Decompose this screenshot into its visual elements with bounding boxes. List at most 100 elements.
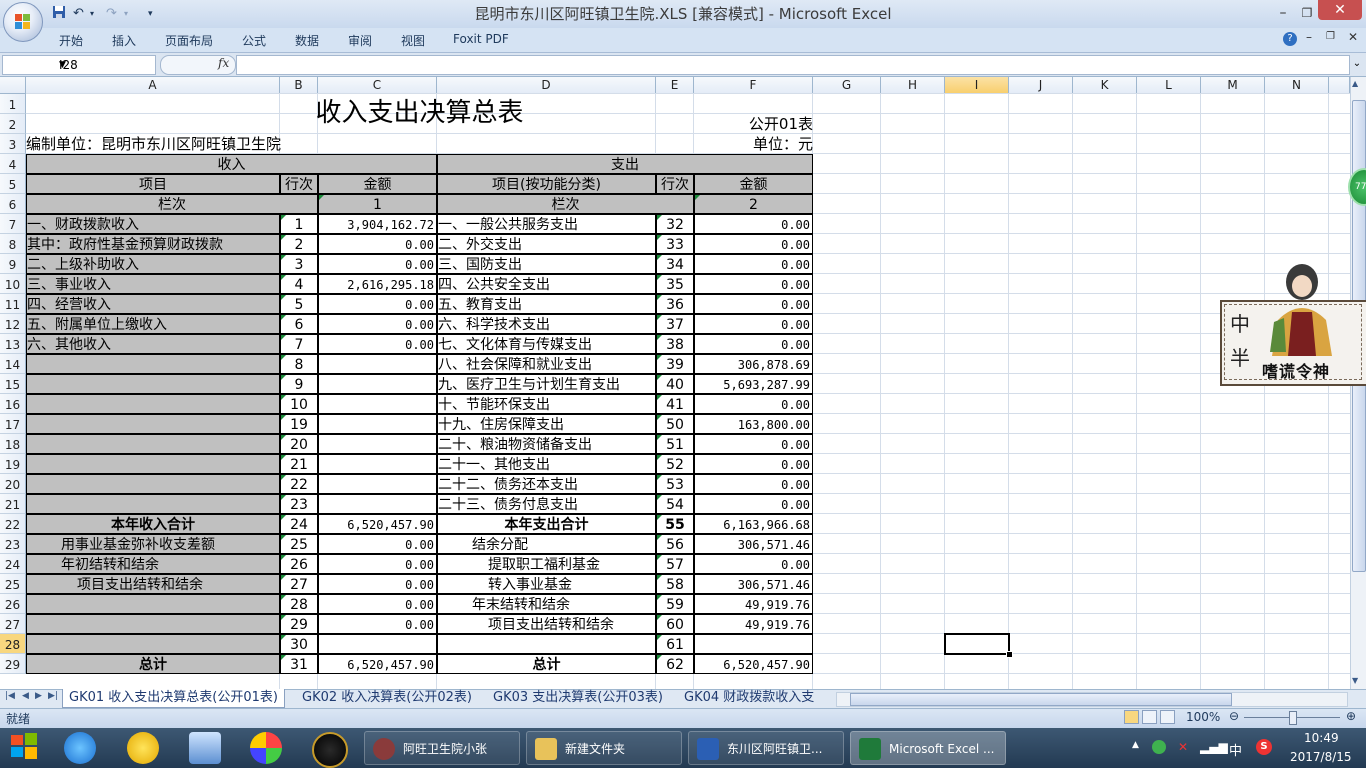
income-line-no[interactable]: 1	[280, 214, 318, 234]
expense-line-no[interactable]: 60	[656, 614, 694, 634]
row-header-28[interactable]: 28	[0, 634, 26, 654]
income-amount[interactable]	[318, 474, 437, 494]
income-amount[interactable]: 0.00	[318, 574, 437, 594]
income-amount[interactable]: 0.00	[318, 534, 437, 554]
tab-data[interactable]: 数据	[295, 32, 319, 49]
column-header-c[interactable]: C	[318, 77, 437, 94]
expense-amount[interactable]: 0.00	[694, 454, 813, 474]
expense-amount[interactable]: 0.00	[694, 274, 813, 294]
expand-formula-bar-icon[interactable]: ⌄	[1350, 55, 1364, 73]
expense-item[interactable]: 提取职工福利基金	[437, 554, 656, 574]
next-sheet-icon[interactable]: ▶	[35, 691, 42, 701]
income-line-no[interactable]: 27	[280, 574, 318, 594]
prev-sheet-icon[interactable]: ◀	[22, 691, 29, 701]
expense-item[interactable]: 二十三、债务付息支出	[437, 494, 656, 514]
expense-amount[interactable]: 0.00	[694, 314, 813, 334]
signal-icon[interactable]: ▂▄▆	[1200, 740, 1228, 754]
taskbar-item-chat[interactable]: 阿旺卫生院小张	[364, 731, 520, 765]
income-amount[interactable]: 6,520,457.90	[318, 654, 437, 674]
expense-item[interactable]: 三、国防支出	[437, 254, 656, 274]
zoom-level[interactable]: 100%	[1186, 710, 1220, 724]
worksheet-grid[interactable]: ABCDEFGHIJKLMN 1 2 3 4 5 6 7 8 9 10 11 12 13 14 15 16 17…	[0, 77, 1350, 689]
form-number[interactable]: 公开01表	[694, 114, 813, 134]
expense-line-no[interactable]: 33	[656, 234, 694, 254]
column-header-a[interactable]: A	[26, 77, 280, 94]
income-item[interactable]: 六、其他收入	[26, 334, 280, 354]
income-line-no[interactable]: 28	[280, 594, 318, 614]
row-header-14[interactable]: 14	[0, 354, 26, 374]
clock-time[interactable]: 10:49	[1304, 731, 1339, 745]
expense-line-no[interactable]: 32	[656, 214, 694, 234]
header-amount-2[interactable]: 金额	[694, 174, 813, 194]
income-item[interactable]	[26, 474, 280, 494]
income-item[interactable]: 四、经营收入	[26, 294, 280, 314]
scroll-up-icon[interactable]: ▲	[1352, 79, 1358, 88]
horizontal-scroll-thumb[interactable]	[850, 693, 1232, 706]
row-header-7[interactable]: 7	[0, 214, 26, 234]
expense-line-no[interactable]: 62	[656, 654, 694, 674]
expense-amount[interactable]: 0.00	[694, 214, 813, 234]
income-item[interactable]	[26, 454, 280, 474]
income-amount[interactable]: 0.00	[318, 314, 437, 334]
income-item[interactable]	[26, 394, 280, 414]
expense-amount[interactable]: 6,163,966.68	[694, 514, 813, 534]
tab-insert[interactable]: 插入	[112, 32, 136, 49]
income-item[interactable]: 总计	[26, 654, 280, 674]
income-item[interactable]: 年初结转和结余	[26, 554, 280, 574]
row-header-2[interactable]: 2	[0, 114, 26, 134]
income-line-no[interactable]: 19	[280, 414, 318, 434]
expense-item[interactable]: 四、公共安全支出	[437, 274, 656, 294]
expense-line-no[interactable]: 59	[656, 594, 694, 614]
expense-amount[interactable]: 306,571.46	[694, 534, 813, 554]
sogou-input-icon[interactable]: S	[1256, 739, 1272, 755]
insert-function-button[interactable]: fx	[218, 56, 229, 70]
column-header-l[interactable]: L	[1137, 77, 1201, 94]
row-header-1[interactable]: 1	[0, 94, 26, 114]
header-line-no-2[interactable]: 行次	[656, 174, 694, 194]
expense-item[interactable]: 转入事业基金	[437, 574, 656, 594]
income-item[interactable]	[26, 354, 280, 374]
row-header-6[interactable]: 6	[0, 194, 26, 214]
income-amount[interactable]	[318, 494, 437, 514]
column-index-label[interactable]: 栏次	[26, 194, 318, 214]
income-item[interactable]: 五、附属单位上缴收入	[26, 314, 280, 334]
expense-line-no[interactable]: 34	[656, 254, 694, 274]
expense-amount[interactable]: 0.00	[694, 394, 813, 414]
tab-review[interactable]: 审阅	[348, 32, 372, 49]
income-amount[interactable]: 0.00	[318, 294, 437, 314]
row-header-23[interactable]: 23	[0, 534, 26, 554]
tab-home[interactable]: 开始	[59, 32, 83, 49]
row-header-13[interactable]: 13	[0, 334, 26, 354]
expense-line-no[interactable]: 53	[656, 474, 694, 494]
page-layout-view-button[interactable]	[1142, 710, 1157, 724]
expense-item[interactable]: 十九、住房保障支出	[437, 414, 656, 434]
income-line-no[interactable]: 31	[280, 654, 318, 674]
organization-label[interactable]: 编制单位：昆明市东川区阿旺镇卫生院	[26, 134, 656, 154]
expense-item[interactable]: 二十二、债务还本支出	[437, 474, 656, 494]
expense-amount[interactable]: 306,878.69	[694, 354, 813, 374]
start-button[interactable]	[10, 732, 40, 762]
income-amount[interactable]	[318, 634, 437, 654]
expense-item[interactable]: 本年支出合计	[437, 514, 656, 534]
expense-line-no[interactable]: 37	[656, 314, 694, 334]
ribbon-minimize-icon[interactable]: –	[1306, 30, 1312, 44]
income-item[interactable]: 本年收入合计	[26, 514, 280, 534]
tray-expand-icon[interactable]: ▲	[1132, 740, 1139, 750]
income-item[interactable]	[26, 594, 280, 614]
zoom-out-icon[interactable]: ⊖	[1229, 709, 1239, 723]
income-amount[interactable]: 0.00	[318, 234, 437, 254]
expense-item[interactable]	[437, 634, 656, 654]
expense-amount[interactable]: 0.00	[694, 494, 813, 514]
income-amount[interactable]: 2,616,295.18	[318, 274, 437, 294]
expense-amount[interactable]: 0.00	[694, 334, 813, 354]
scroll-down-icon[interactable]: ▼	[1352, 676, 1358, 685]
network-warning-icon[interactable]: ✕	[1178, 740, 1188, 754]
row-header-5[interactable]: 5	[0, 174, 26, 194]
expense-item[interactable]: 二十、粮油物资储备支出	[437, 434, 656, 454]
income-line-no[interactable]: 3	[280, 254, 318, 274]
income-item[interactable]	[26, 634, 280, 654]
income-amount[interactable]	[318, 374, 437, 394]
expense-line-no[interactable]: 56	[656, 534, 694, 554]
row-header-26[interactable]: 26	[0, 594, 26, 614]
taskbar-item-excel[interactable]: Microsoft Excel ...	[850, 731, 1006, 765]
